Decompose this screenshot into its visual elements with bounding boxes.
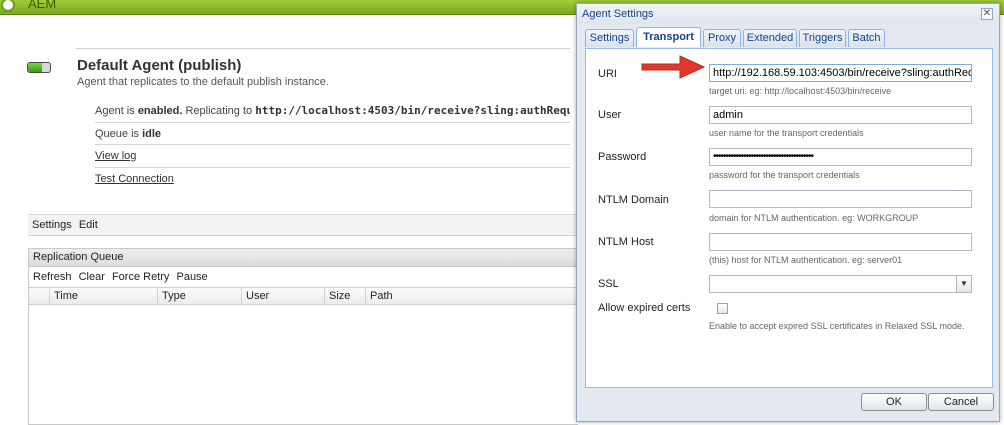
queue-status-row: Queue is idle [95, 123, 570, 145]
status-value: enabled. [137, 105, 183, 117]
user-input[interactable]: admin [709, 106, 972, 124]
agent-status-row: Agent is enabled. Replicating to http://… [95, 100, 570, 123]
column-time[interactable]: Time [49, 288, 157, 304]
aem-logo-icon[interactable] [1, 0, 15, 12]
transport-panel: URI http://192.168.59.103:4503/bin/recei… [585, 48, 993, 388]
agent-title: Default Agent (publish) [77, 57, 242, 74]
queue-prefix: Queue is [95, 127, 143, 140]
column-user[interactable]: User [241, 288, 324, 304]
status-prefix: Agent is [95, 105, 138, 117]
ssl-label: SSL [598, 278, 619, 290]
ntlm-host-help: (this) host for NTLM authentication. eg:… [709, 255, 903, 265]
chevron-down-icon[interactable]: ▼ [956, 276, 971, 292]
uri-input[interactable]: http://192.168.59.103:4503/bin/receive?s… [709, 64, 972, 82]
settings-toolbar: Settings Edit [28, 214, 578, 236]
column-type[interactable]: Type [157, 288, 241, 304]
dialog-footer: OK Cancel [577, 387, 999, 421]
divider [76, 48, 570, 49]
column-path[interactable]: Path [365, 288, 579, 304]
target-url: http://localhost:4503/bin/receive?sling:… [255, 104, 570, 117]
agent-status-list: Agent is enabled. Replicating to http://… [95, 100, 570, 190]
ok-button[interactable]: OK [861, 393, 927, 411]
dialog-header: Agent Settings ✕ [577, 4, 999, 24]
dialog-title: Agent Settings [582, 8, 654, 20]
ntlm-host-input[interactable] [709, 233, 972, 251]
tab-triggers[interactable]: Triggers [799, 29, 846, 47]
clear-button[interactable]: Clear [79, 271, 105, 283]
expired-certs-label: Allow expired certs [598, 302, 691, 314]
agent-description: Agent that replicates to the default pub… [77, 76, 329, 88]
view-log-link[interactable]: View log [95, 150, 136, 162]
ntlm-host-label: NTLM Host [598, 236, 654, 248]
queue-toolbar: Refresh Clear Force Retry Pause [29, 267, 578, 287]
user-label: User [598, 109, 622, 121]
settings-label: Settings [32, 219, 72, 231]
toggle-fill [28, 63, 42, 72]
ntlm-domain-input[interactable] [709, 190, 972, 208]
refresh-button[interactable]: Refresh [33, 271, 72, 283]
app-title: AEM [28, 0, 57, 11]
tab-batch[interactable]: Batch [848, 29, 885, 47]
password-input[interactable]: •••••••••••••••••••••••••••••••••••••••• [709, 148, 972, 166]
uri-help: target uri. eg: http://localhost:4503/bi… [709, 86, 892, 96]
edit-button[interactable]: Edit [79, 219, 98, 231]
queue-table-header: Time Type User Size Path [29, 287, 578, 305]
tab-transport[interactable]: Transport [636, 27, 701, 47]
cancel-button[interactable]: Cancel [928, 393, 994, 411]
force-retry-button[interactable]: Force Retry [112, 271, 169, 283]
expired-certs-help: Enable to accept expired SSL certificate… [709, 321, 965, 331]
close-icon[interactable]: ✕ [981, 8, 993, 20]
pause-button[interactable]: Pause [176, 271, 207, 283]
ntlm-domain-label: NTLM Domain [598, 194, 669, 206]
column-size[interactable]: Size [324, 288, 365, 304]
test-connection-row: Test Connection [95, 168, 570, 191]
test-connection-link[interactable]: Test Connection [95, 173, 174, 185]
replication-queue-panel: Replication Queue Refresh Clear Force Re… [28, 248, 578, 425]
view-log-row: View log [95, 145, 570, 168]
tab-proxy[interactable]: Proxy [703, 29, 741, 47]
status-mid: Replicating to [182, 105, 256, 117]
password-label: Password [598, 151, 647, 163]
toggle-switch-icon[interactable] [27, 62, 51, 73]
queue-title: Replication Queue [29, 249, 578, 267]
red-arrow-icon [641, 55, 706, 79]
queue-value: idle [142, 127, 162, 140]
uri-label: URI [598, 68, 617, 80]
expired-certs-checkbox[interactable] [717, 303, 728, 314]
tab-settings[interactable]: Settings [585, 29, 634, 47]
tab-extended[interactable]: Extended [743, 29, 797, 47]
ntlm-domain-help: domain for NTLM authentication. eg: WORK… [709, 213, 919, 223]
ssl-select[interactable]: ▼ [709, 275, 972, 293]
password-help: password for the transport credentials [709, 170, 860, 180]
user-help: user name for the transport credentials [709, 128, 864, 138]
